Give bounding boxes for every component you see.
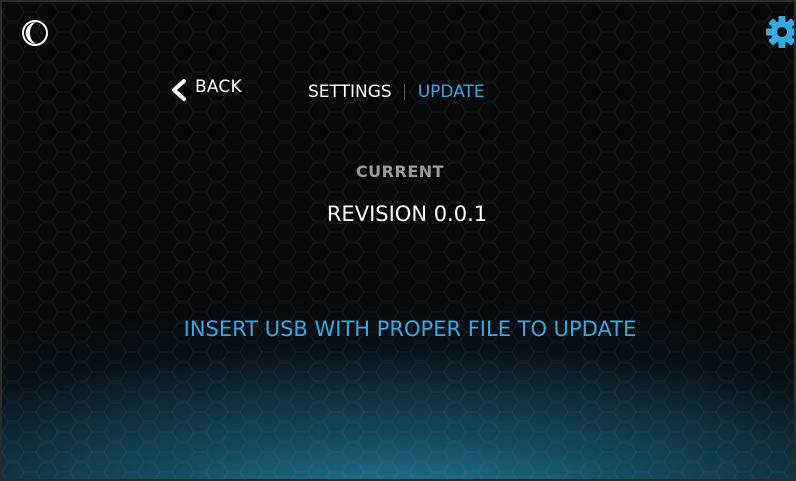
back-label: BACK: [195, 77, 242, 97]
moon-icon: [22, 20, 48, 46]
current-version-label: CURRENT: [355, 162, 445, 181]
breadcrumb: SETTINGS UPDATE: [308, 82, 485, 102]
gear-icon: [766, 16, 794, 48]
chevron-left-icon: [172, 79, 186, 101]
revision-value: REVISION 0.0.1: [326, 202, 488, 226]
breadcrumb-divider: [403, 84, 405, 100]
hex-pattern-background: [2, 2, 794, 479]
usb-update-instruction: INSERT USB WITH PROPER FILE TO UPDATE: [183, 317, 637, 341]
settings-button[interactable]: [764, 14, 794, 50]
update-screen: BACK SETTINGS UPDATE CURRENT REVISION 0.…: [0, 0, 796, 481]
back-button[interactable]: BACK: [169, 75, 242, 105]
breadcrumb-current-page: UPDATE: [417, 82, 485, 102]
breadcrumb-settings-link[interactable]: SETTINGS: [308, 82, 392, 102]
theme-toggle-button[interactable]: [20, 18, 50, 48]
